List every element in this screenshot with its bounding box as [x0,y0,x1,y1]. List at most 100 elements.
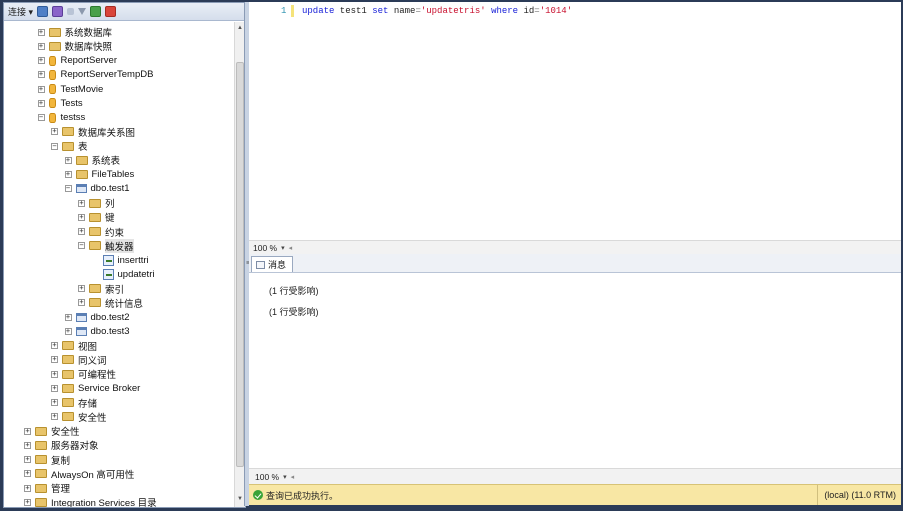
zoom-dropdown-icon[interactable]: ▾ [281,244,285,252]
folder-icon [75,170,88,179]
tree-node[interactable]: + Service Broker [51,381,140,395]
sql-token: test1 [334,6,373,16]
tab-messages-label: 消息 [268,260,287,270]
expand-icon[interactable]: + [37,71,45,79]
collapse-icon[interactable]: − [64,185,72,193]
tree-node-label: 系统表 [91,156,121,168]
tree-node[interactable]: + 数据库关系图 [51,125,135,139]
collapse-icon[interactable]: − [78,242,85,250]
expand-icon[interactable]: + [78,228,85,235]
tree-node[interactable]: + 约束 [78,225,124,239]
tree-node[interactable]: + 可编程性 [51,367,116,381]
expand-icon[interactable]: + [24,427,31,435]
scroll-left-icon[interactable]: ◂ [289,244,293,252]
tree-node[interactable]: + 键 [78,210,115,224]
expand-icon[interactable]: + [78,299,85,307]
expand-icon[interactable]: + [37,42,45,50]
tree-node[interactable]: + Integration Services 目录 [24,495,157,507]
tree-node[interactable]: + 安全性 [51,410,107,424]
connect-icon[interactable] [37,6,49,17]
tree-node[interactable]: − 表 [51,139,88,153]
expand-icon[interactable]: + [37,99,45,107]
tree-node[interactable]: + 同义词 [51,353,107,367]
tree-node[interactable]: + dbo.test2 [64,310,130,324]
tree-node[interactable]: + 系统表 [64,153,121,168]
expand-icon[interactable]: + [78,285,85,292]
expand-icon[interactable]: + [24,498,31,506]
tree-node[interactable]: + AlwaysOn 高可用性 [24,467,134,481]
expand-icon[interactable]: + [51,370,58,378]
tree-node[interactable]: − dbo.test1 [64,182,130,196]
expand-icon[interactable]: + [51,128,58,136]
expand-icon[interactable]: + [37,28,45,36]
folder-icon [62,412,74,422]
tab-messages[interactable]: 消息 [251,256,294,272]
folder-icon [35,497,47,507]
activity-monitor-icon[interactable] [105,6,117,17]
expand-icon[interactable]: + [51,356,58,364]
tree-node[interactable]: + Tests [37,96,83,110]
tree-node[interactable]: − testss [37,111,85,125]
expand-icon[interactable]: + [78,199,85,207]
tree-node[interactable]: + 列 [78,196,115,210]
scrollbar-thumb[interactable] [236,62,244,467]
expand-icon[interactable]: + [51,342,58,349]
success-check-icon [253,490,263,500]
tree-node[interactable]: + 存储 [51,396,97,410]
tree-node[interactable]: + 复制 [24,453,70,467]
collapse-icon[interactable]: − [51,142,58,150]
tree-node[interactable]: + 管理 [24,481,70,495]
expand-icon[interactable]: + [64,171,72,178]
tree-node[interactable]: + ReportServer [37,54,117,68]
expand-icon[interactable]: + [24,456,31,463]
expand-icon[interactable]: + [64,313,72,321]
tree-node[interactable]: + 数据库快照 [37,39,112,53]
zoom-dropdown-icon[interactable]: ▾ [283,473,287,481]
tree-node[interactable]: + 服务器对象 [24,438,99,452]
expand-icon[interactable]: + [51,399,58,406]
sql-code-line[interactable]: update test1 set name='updatetris' where… [302,6,572,16]
collapse-icon[interactable]: − [37,114,45,121]
database-icon [48,55,56,66]
expand-icon[interactable]: + [24,484,31,492]
connect-button[interactable]: 连接 ▾ [8,5,33,18]
expand-icon[interactable]: + [51,384,58,392]
filter-icon[interactable] [78,8,87,15]
expand-icon[interactable]: + [64,327,72,335]
folder-icon [89,241,101,251]
folder-icon [48,27,61,37]
results-zoom-value[interactable]: 100 % [255,472,279,482]
editor-zoom-bar: 100 % ▾ ◂ [249,240,901,254]
editor-zoom-value[interactable]: 100 % [253,243,277,253]
tree-node-label: 表 [78,142,88,153]
tree-node[interactable]: updatetri [92,267,154,281]
refresh-icon[interactable] [90,6,102,17]
tree-node[interactable]: + 视图 [51,339,97,353]
database-icon [48,84,56,94]
expand-icon[interactable]: + [64,156,72,164]
expand-icon[interactable]: + [24,441,31,449]
database-icon [48,98,56,109]
database-icon [48,69,56,80]
query-editor[interactable]: 1 update test1 set name='updatetris' whe… [249,2,901,240]
scroll-up-arrow-icon[interactable]: ▲ [236,25,244,33]
expand-icon[interactable]: + [51,413,58,421]
expand-icon[interactable]: + [37,85,45,93]
tree-node[interactable]: + FileTables [64,168,134,182]
tree-node[interactable]: − 触发器 [78,238,134,253]
expand-icon[interactable]: + [37,57,45,64]
tree-node[interactable]: + dbo.test3 [64,324,130,338]
expand-icon[interactable]: + [78,213,85,221]
tree-node[interactable]: + 统计信息 [78,296,143,310]
tree-node[interactable]: inserttri [92,253,149,267]
expand-icon[interactable]: + [24,470,31,478]
tree-node[interactable]: + 安全性 [24,424,80,438]
scroll-down-arrow-icon[interactable]: ▼ [236,496,244,504]
disconnect-icon[interactable] [52,6,64,17]
tree-node[interactable]: + 索引 [78,282,124,296]
tree-node[interactable]: + ReportServerTempDB [37,68,153,82]
scroll-left-icon[interactable]: ◂ [291,473,295,481]
stop-icon[interactable] [67,8,75,15]
tree-node[interactable]: + TestMovie [37,82,103,96]
tree-node[interactable]: + 系统数据库 [37,25,112,39]
